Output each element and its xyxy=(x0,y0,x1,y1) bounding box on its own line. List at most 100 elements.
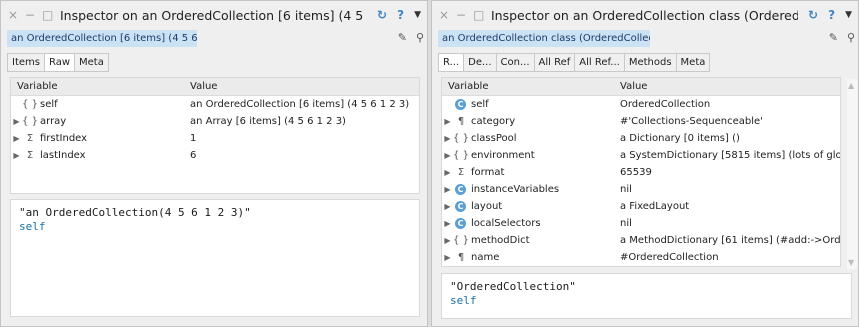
table-row[interactable]: { } self an OrderedCollection [6 items] (4… xyxy=(11,96,419,113)
class-icon: C xyxy=(455,99,466,110)
variable-name: format xyxy=(471,167,505,178)
table-header: Variable Value xyxy=(442,78,840,96)
value-cell: a MethodDictionary [61 items] (#add:->Or… xyxy=(620,235,840,246)
tab-definition[interactable]: De... xyxy=(464,54,497,71)
expand-triangle-icon[interactable]: ▶ xyxy=(442,168,453,177)
expand-triangle-icon[interactable]: ▶ xyxy=(442,151,453,160)
sigma-icon: Σ xyxy=(26,150,34,161)
scroll-down-icon[interactable]: ▼ xyxy=(848,258,854,267)
variables-table: Variable Value { } self an OrderedCollecti… xyxy=(10,77,420,194)
pencil-icon[interactable]: ✎ xyxy=(829,31,838,44)
class-icon: C xyxy=(455,218,466,229)
expand-triangle-icon[interactable]: ▶ xyxy=(442,236,453,245)
page-toolbar: ✎ ⚲ xyxy=(820,31,855,44)
column-header-value[interactable]: Value xyxy=(184,78,419,95)
variable-name: firstIndex xyxy=(40,133,88,144)
braces-icon: { } xyxy=(453,150,469,161)
tab-bar: Items Raw Meta xyxy=(7,53,109,72)
tab-raw[interactable]: R... xyxy=(439,54,465,71)
tab-meta[interactable]: Meta xyxy=(676,54,710,71)
scroll-up-icon[interactable]: ▲ xyxy=(848,81,854,90)
table-row[interactable]: ▶ CinstanceVariables nil xyxy=(442,181,840,198)
expand-triangle-icon[interactable]: ▶ xyxy=(442,253,453,262)
table-row[interactable]: ▶{ } methodDict a MethodDictionary [61 ite… xyxy=(442,232,840,249)
variable-name: methodDict xyxy=(471,235,530,246)
pencil-icon[interactable]: ✎ xyxy=(398,31,407,44)
window-menu-icon[interactable]: ▼ xyxy=(845,10,852,20)
maximize-button[interactable]: □ xyxy=(473,8,484,22)
value-cell: #'Collections-Sequenceable' xyxy=(620,116,763,127)
window-menu-icon[interactable]: ▼ xyxy=(414,10,421,20)
title-bar: × − □ Inspector on an OrderedCollection … xyxy=(1,1,427,29)
column-header-variable[interactable]: Variable xyxy=(11,78,184,95)
page-label[interactable]: an OrderedCollection [6 items] (4 5 6 1 … xyxy=(7,30,197,47)
magnifier-icon[interactable]: ⚲ xyxy=(847,31,855,44)
help-icon[interactable]: ? xyxy=(397,8,404,22)
table-row[interactable]: ▶ Clayout a FixedLayout xyxy=(442,198,840,215)
expand-triangle-icon[interactable]: ▶ xyxy=(442,134,453,143)
maximize-button[interactable]: □ xyxy=(42,8,53,22)
sigma-icon: Σ xyxy=(26,133,34,144)
tab-all-references[interactable]: All Ref xyxy=(534,54,576,71)
value-cell: #OrderedCollection xyxy=(620,252,719,263)
tab-all-references-2[interactable]: All Ref... xyxy=(575,54,625,71)
help-icon[interactable]: ? xyxy=(828,8,835,22)
tab-items[interactable]: Items xyxy=(8,54,45,71)
code-pane[interactable]: "an OrderedCollection(4 5 6 1 2 3)" self xyxy=(10,199,420,317)
pilcrow-icon: ¶ xyxy=(457,252,465,263)
magnifier-icon[interactable]: ⚲ xyxy=(416,31,424,44)
column-header-variable[interactable]: Variable xyxy=(442,78,614,95)
code-pane[interactable]: "OrderedCollection" self xyxy=(441,273,852,319)
close-button[interactable]: × xyxy=(8,8,18,22)
page-label[interactable]: an OrderedCollection class (OrderedColle… xyxy=(438,30,650,47)
tab-methods[interactable]: Methods xyxy=(624,54,677,71)
minimize-button[interactable]: − xyxy=(25,8,35,22)
table-row[interactable]: ▶ Σformat 65539 xyxy=(442,164,840,181)
expand-triangle-icon[interactable]: ▶ xyxy=(442,185,453,194)
table-row[interactable]: ▶ ¶ name #OrderedCollection xyxy=(442,249,840,266)
window-title: Inspector on an OrderedCollection class … xyxy=(491,7,799,23)
pilcrow-icon: ¶ xyxy=(457,116,465,127)
value-cell: OrderedCollection xyxy=(620,99,711,110)
expand-triangle-icon[interactable]: ▶ xyxy=(442,219,453,228)
expand-triangle-icon[interactable]: ▶ xyxy=(11,134,22,143)
value-cell: 65539 xyxy=(620,167,652,178)
table-row[interactable]: ▶{ } environment a SystemDictionary [5815 … xyxy=(442,147,840,164)
braces-icon: { } xyxy=(22,99,38,110)
tab-bar: R... De... Con... All Ref All Ref... Met… xyxy=(438,53,711,72)
table-row[interactable]: ▶{ } array an Array [6 items] (4 5 6 1 2 3… xyxy=(11,113,419,130)
value-cell: nil xyxy=(620,184,632,195)
table-body: { } self an OrderedCollection [6 items] (4… xyxy=(11,96,419,164)
variable-name: category xyxy=(471,116,516,127)
table-row[interactable]: ▶ ΣfirstIndex 1 xyxy=(11,130,419,147)
value-cell: an Array [6 items] (4 5 6 1 2 3) xyxy=(190,116,346,127)
expand-triangle-icon[interactable]: ▶ xyxy=(11,117,22,126)
tab-raw[interactable]: Raw xyxy=(44,54,76,71)
variable-cell: ▶ ΣlastIndex xyxy=(11,150,184,161)
variable-name: self xyxy=(471,99,489,110)
expand-triangle-icon[interactable]: ▶ xyxy=(442,117,453,126)
refresh-icon[interactable]: ↻ xyxy=(808,8,818,22)
column-header-value[interactable]: Value xyxy=(614,78,840,95)
variable-cell: ▶ ¶ name xyxy=(442,252,614,263)
variable-cell: Cself xyxy=(442,99,614,110)
variable-cell: { } self xyxy=(11,99,184,110)
expand-triangle-icon[interactable]: ▶ xyxy=(442,202,453,211)
table-row[interactable]: ▶{ } classPool a Dictionary [0 items] () xyxy=(442,130,840,147)
table-row[interactable]: ▶ ClocalSelectors nil xyxy=(442,215,840,232)
close-button[interactable]: × xyxy=(439,8,449,22)
tab-meta[interactable]: Meta xyxy=(75,54,108,71)
table-scrollbar[interactable]: ▲ ▼ xyxy=(847,79,857,269)
value-cell: 1 xyxy=(190,133,197,144)
table-row[interactable]: ▶ ΣlastIndex 6 xyxy=(11,147,419,164)
table-row[interactable]: Cself OrderedCollection xyxy=(442,96,840,113)
minimize-button[interactable]: − xyxy=(456,8,466,22)
refresh-icon[interactable]: ↻ xyxy=(377,8,387,22)
variable-name: layout xyxy=(471,201,503,212)
table-row[interactable]: ▶ ¶ category #'Collections-Sequenceable' xyxy=(442,113,840,130)
tab-contents[interactable]: Con... xyxy=(496,54,535,71)
variable-name: lastIndex xyxy=(40,150,86,161)
inspector-window-right: × − □ Inspector on an OrderedCollection … xyxy=(431,0,859,327)
expand-triangle-icon[interactable]: ▶ xyxy=(11,151,22,160)
value-cell: nil xyxy=(620,218,632,229)
